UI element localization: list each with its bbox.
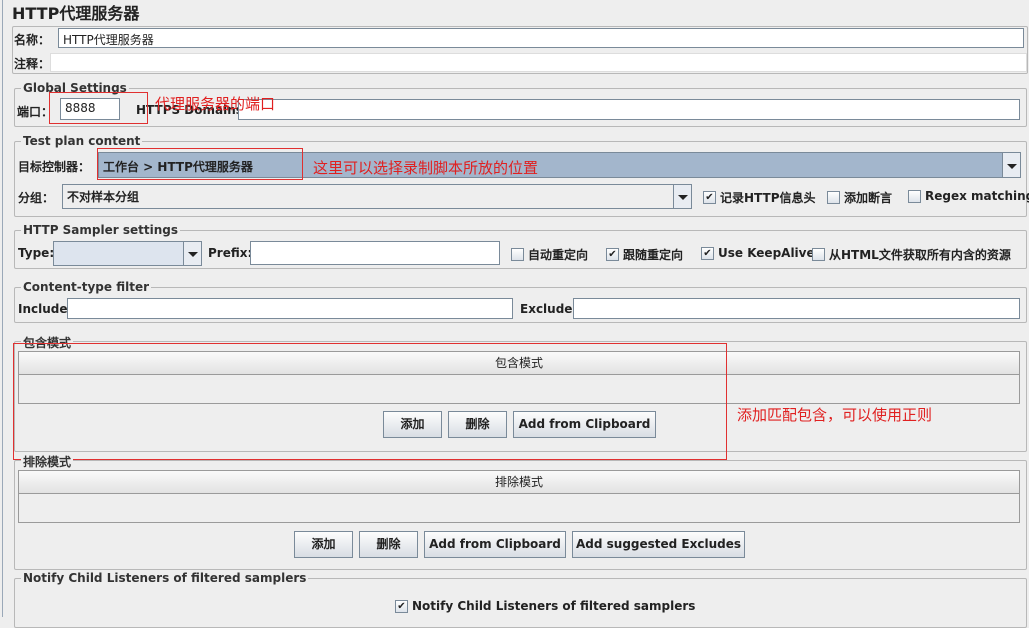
notify-child-listeners-checkbox[interactable]: ✔ Notify Child Listeners of filtered samp… [395, 599, 695, 613]
chevron-down-icon[interactable] [1002, 153, 1020, 177]
chevron-down-icon[interactable] [183, 242, 201, 265]
target-highlight [97, 148, 303, 180]
target-annotation: 这里可以选择录制脚本所放的位置 [313, 159, 539, 177]
record-headers-checkbox[interactable]: ✔ 记录HTTP信息头 [703, 189, 816, 206]
add-assertion-checkbox[interactable]: 添加断言 [827, 189, 892, 206]
checkbox-label: Regex matching [925, 189, 1029, 203]
checkbox-icon [511, 248, 524, 261]
add-suggested-excludes-button[interactable]: Add suggested Excludes [572, 531, 745, 558]
checkbox-icon [908, 189, 921, 203]
checkbox-label: 记录HTTP信息头 [720, 191, 816, 205]
page-title: HTTP代理服务器 [12, 4, 140, 23]
target-controller-label: 目标控制器： [18, 160, 91, 174]
exclude-label: Exclude: [520, 302, 578, 316]
regex-matching-checkbox[interactable]: Regex matching [908, 189, 1029, 203]
follow-redirect-checkbox[interactable]: ✔ 跟随重定向 [606, 246, 683, 263]
left-border [2, 0, 3, 617]
https-domains-input[interactable] [238, 99, 1020, 120]
notify-legend: Notify Child Listeners of filtered sampl… [21, 571, 309, 585]
type-label: Type: [18, 246, 55, 260]
exclude-table-body[interactable] [18, 494, 1020, 523]
comment-input[interactable] [50, 53, 1027, 72]
comment-label: 注释： [14, 57, 51, 71]
checkbox-label: 添加断言 [844, 191, 893, 205]
checkbox-label: 跟随重定向 [623, 248, 684, 262]
checkbox-checked-icon: ✔ [703, 191, 716, 204]
checkbox-checked-icon: ✔ [606, 248, 619, 261]
checkbox-label: 自动重定向 [528, 248, 589, 262]
exclude-add-from-clipboard-button[interactable]: Add from Clipboard [424, 531, 566, 558]
group-select[interactable]: 不对样本分组 [62, 184, 692, 209]
embedded-resources-checkbox[interactable]: 从HTML文件获取所有内含的资源 [812, 246, 1011, 263]
group-label: 分组： [18, 191, 55, 205]
include-label: Include: [18, 302, 73, 316]
include-annotation: 添加匹配包含，可以使用正则 [737, 406, 933, 424]
port-label: 端口： [17, 105, 54, 119]
keepalive-checkbox[interactable]: ✔ Use KeepAlive [701, 246, 815, 260]
auto-redirect-checkbox[interactable]: 自动重定向 [511, 246, 588, 263]
port-annotation: 代理服务器的端口 [155, 95, 276, 113]
group-value: 不对样本分组 [67, 190, 140, 204]
exclude-patterns-title: 排除模式 [21, 453, 74, 470]
exclude-table-header[interactable]: 排除模式 [18, 470, 1020, 494]
exclude-input[interactable] [573, 298, 1020, 319]
checkbox-label: Use KeepAlive [718, 246, 815, 260]
name-label: 名称： [14, 33, 51, 47]
checkbox-icon [827, 191, 840, 204]
content-type-filter-legend: Content-type filter [21, 280, 151, 294]
exclude-delete-button[interactable]: 删除 [359, 531, 418, 558]
include-input[interactable] [67, 298, 513, 319]
port-highlight [49, 92, 148, 124]
prefix-input[interactable] [250, 241, 500, 265]
include-highlight [13, 343, 727, 460]
checkbox-icon [812, 248, 825, 261]
checkbox-checked-icon: ✔ [395, 599, 408, 613]
test-plan-legend: Test plan content [21, 134, 143, 148]
checkbox-label: 从HTML文件获取所有内含的资源 [829, 248, 1011, 262]
chevron-down-icon[interactable] [673, 185, 691, 208]
exclude-add-button[interactable]: 添加 [294, 531, 353, 558]
checkbox-label: Notify Child Listeners of filtered sampl… [412, 599, 696, 613]
name-input[interactable]: HTTP代理服务器 [58, 28, 1024, 48]
type-select[interactable] [53, 241, 202, 266]
sampler-settings-legend: HTTP Sampler settings [21, 223, 180, 237]
checkbox-checked-icon: ✔ [701, 246, 714, 260]
prefix-label: Prefix: [208, 246, 253, 260]
